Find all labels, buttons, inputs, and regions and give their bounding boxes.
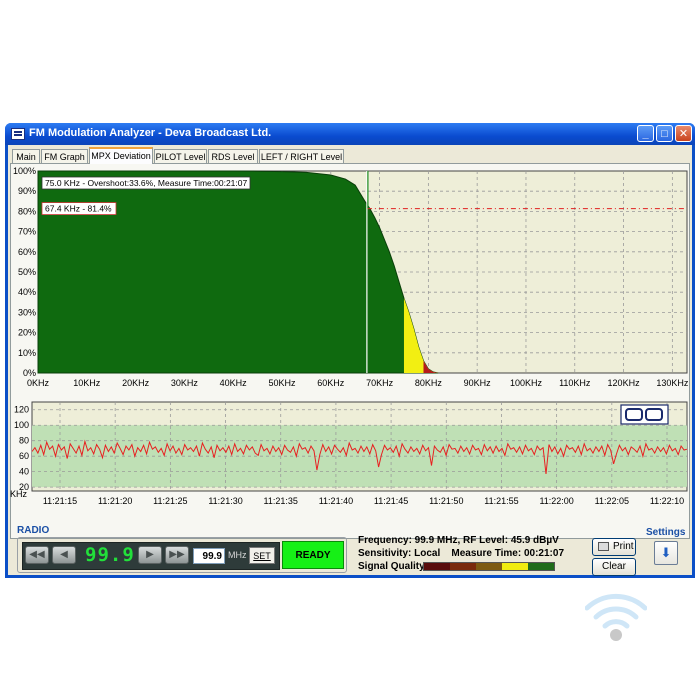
minimize-button[interactable]: _ (637, 125, 654, 142)
measure-annotation: 67.4 KHz - 81.4% (45, 204, 112, 214)
title-bar[interactable]: FM Modulation Analyzer - Deva Broadcast … (5, 123, 695, 145)
y-tick-label: 0% (23, 368, 36, 378)
x-tick-label: 0KHz (27, 378, 50, 388)
charts-svg: 0KHz 10KHz 20KHz 30KHz 40KHz 50KHz 60KHz 70KHz 8… (10, 166, 689, 506)
history-y-tick-label: 40 (19, 467, 29, 477)
signal-quality-segment (424, 563, 450, 570)
step-forward-icon[interactable]: ▶ (138, 546, 162, 564)
history-x-tick-label: 11:21:55 (484, 496, 518, 506)
history-x-tick-label: 11:21:20 (98, 496, 132, 506)
history-x-tick-label: 11:21:45 (374, 496, 408, 506)
signal-quality-segment (476, 563, 502, 570)
bottom-bar: RADIO ◀◀ ◀ 99.9 ▶ ▶▶ 99.9 MHz SET READY … (8, 525, 692, 576)
x-tick-label: 60KHz (317, 378, 345, 388)
x-tick-label: 40KHz (220, 378, 248, 388)
printer-icon (598, 542, 609, 551)
app-icon (11, 128, 25, 140)
x-tick-label: 10KHz (73, 378, 101, 388)
y-tick-label: 50% (18, 267, 36, 277)
settings-button[interactable]: ⬇ (654, 541, 678, 565)
x-tick-label: 80KHz (415, 378, 443, 388)
signal-quality-segment (502, 563, 528, 570)
history-x-tick-label: 11:21:40 (319, 496, 353, 506)
radio-group: ◀◀ ◀ 99.9 ▶ ▶▶ 99.9 MHz SET READY (17, 537, 347, 573)
y-tick-label: 100% (13, 166, 36, 176)
mpx-deviation-chart: 0KHz 10KHz 20KHz 30KHz 40KHz 50KHz 60KHz 70KHz 8… (13, 166, 689, 388)
overshoot-annotation: 75.0 KHz - Overshoot:33.6%, Measure Time… (45, 178, 247, 188)
history-x-tick-label: 11:22:00 (539, 496, 573, 506)
y-tick-label: 10% (18, 348, 36, 358)
tab-mpx-deviation[interactable]: MPX Deviation (89, 147, 153, 164)
settings-caption: Settings (646, 527, 686, 538)
frequency-input[interactable]: 99.9 (193, 548, 225, 564)
x-tick-label: 50KHz (268, 378, 296, 388)
history-y-tick-label: 100 (14, 420, 29, 430)
y-tick-label: 30% (18, 307, 36, 317)
window-title: FM Modulation Analyzer - Deva Broadcast … (29, 127, 272, 139)
y-tick-label: 70% (18, 227, 36, 237)
frequency-display: 99.9 (85, 544, 135, 566)
y-tick-label: 90% (18, 186, 36, 196)
seek-back-icon[interactable]: ◀◀ (25, 546, 49, 564)
x-tick-label: 30KHz (171, 378, 199, 388)
x-tick-label: 90KHz (464, 378, 492, 388)
radio-caption: RADIO (17, 525, 50, 536)
x-tick-label: 70KHz (366, 378, 394, 388)
history-x-tick-label: 11:21:50 (429, 496, 463, 506)
x-tick-label: 130KHz (656, 378, 689, 388)
client-area: Main FM Graph MPX Deviation PILOT Level … (8, 145, 692, 576)
sensitivity-status: Sensitivity: Local Measure Time: 00:21:0… (358, 548, 565, 559)
db-logo-icon (620, 404, 669, 425)
signal-quality-bar (423, 562, 555, 571)
arrow-down-icon: ⬇ (660, 545, 672, 560)
wifi-icon (585, 593, 647, 641)
x-tick-label: 20KHz (122, 378, 150, 388)
seek-forward-icon[interactable]: ▶▶ (165, 546, 189, 564)
step-back-icon[interactable]: ◀ (52, 546, 76, 564)
y-tick-label: 20% (18, 328, 36, 338)
history-y-tick-label: 80 (19, 436, 29, 446)
frequency-unit: MHz (228, 550, 247, 560)
signal-quality-segment (528, 563, 554, 570)
history-x-tick-label: 11:21:25 (153, 496, 187, 506)
history-x-tick-label: 11:22:05 (595, 496, 629, 506)
history-y-unit: KHz (10, 489, 28, 499)
history-x-tick-label: 11:21:30 (208, 496, 242, 506)
print-label: Print (613, 541, 634, 552)
history-y-tick-label: 120 (14, 405, 29, 415)
y-tick-label: 60% (18, 247, 36, 257)
history-x-tick-label: 11:21:15 (43, 496, 77, 506)
clear-button[interactable]: Clear (592, 558, 636, 576)
history-x-tick-label: 11:21:35 (264, 496, 298, 506)
deviation-history-chart: 20406080100120KHz11:21:15 11:21:20 11:21:2… (10, 401, 688, 506)
x-tick-label: 120KHz (608, 378, 641, 388)
app-window: FM Modulation Analyzer - Deva Broadcast … (5, 123, 695, 578)
ready-indicator: READY (282, 541, 344, 569)
frequency-status: Frequency: 99.9 MHz, RF Level: 45.9 dBµV (358, 535, 559, 546)
set-button[interactable]: SET (249, 547, 275, 564)
history-y-tick-label: 60 (19, 451, 29, 461)
y-tick-label: 80% (18, 206, 36, 216)
maximize-button[interactable]: □ (656, 125, 673, 142)
history-x-tick-label: 11:22:10 (650, 496, 684, 506)
print-button[interactable]: Print (592, 538, 636, 556)
x-tick-label: 100KHz (510, 378, 543, 388)
tuner-panel: ◀◀ ◀ 99.9 ▶ ▶▶ 99.9 MHz SET (22, 542, 280, 570)
x-tick-label: 110KHz (559, 378, 591, 388)
close-button[interactable]: ✕ (675, 125, 692, 142)
y-tick-label: 40% (18, 287, 36, 297)
signal-quality-segment (450, 563, 476, 570)
